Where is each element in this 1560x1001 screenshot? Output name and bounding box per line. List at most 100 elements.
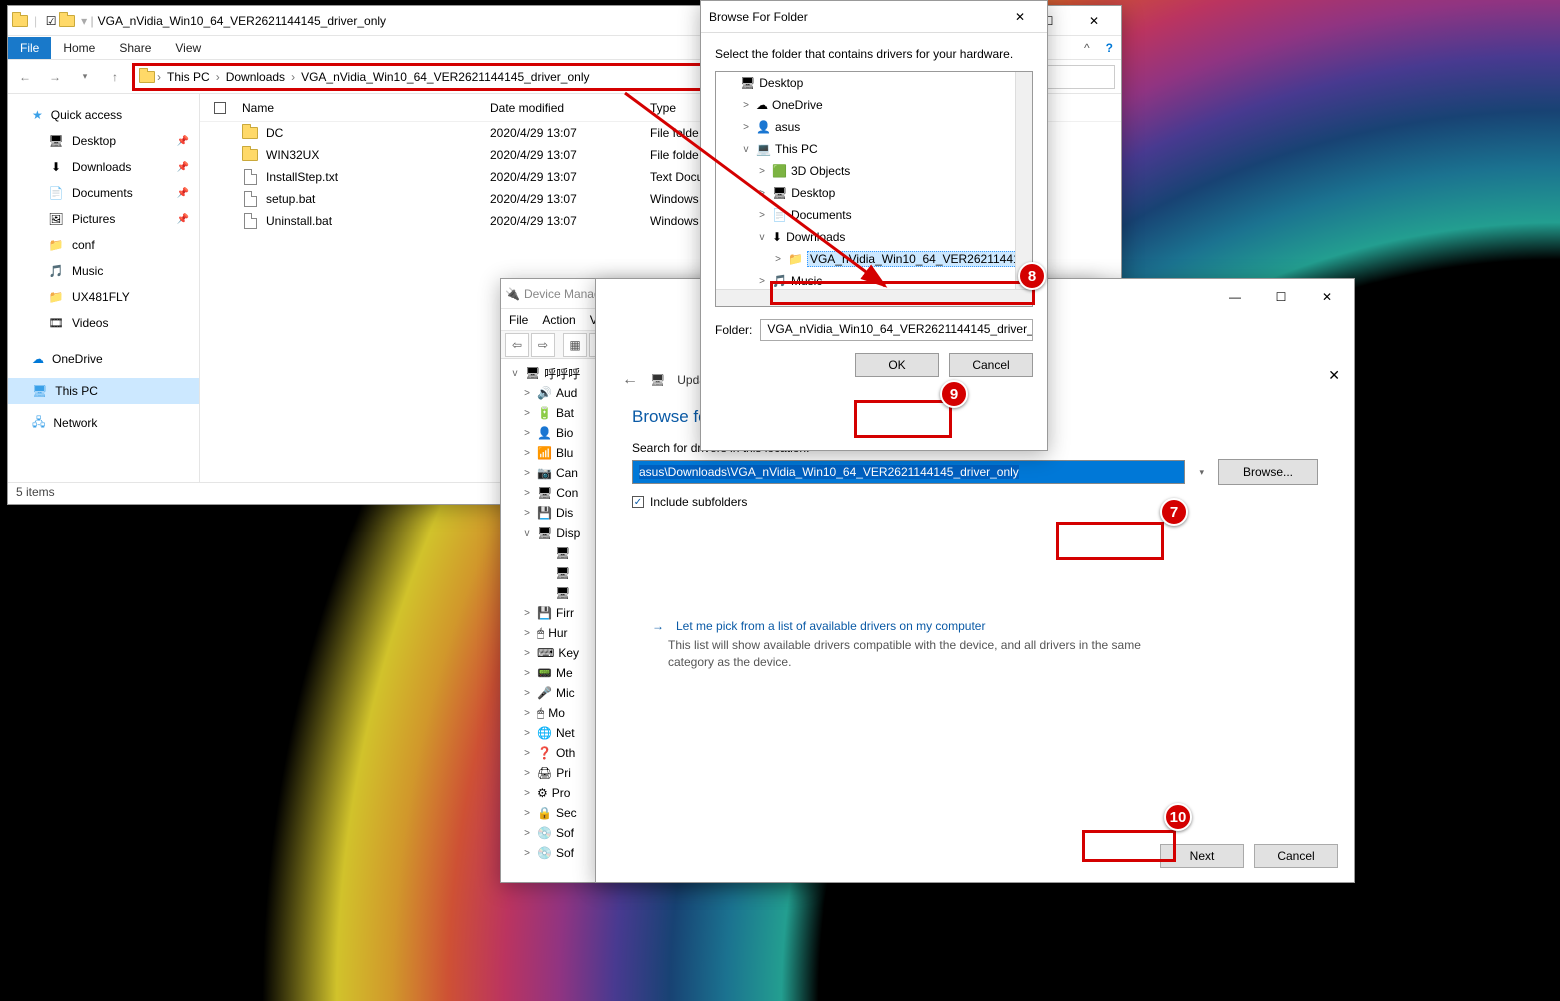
nav-item-documents[interactable]: 📄Documents📌 [8,180,199,206]
expand-icon[interactable]: > [521,448,533,459]
folder-icon [242,125,258,141]
ribbon-expand-icon[interactable]: ^ [1076,37,1098,59]
include-subfolders-checkbox[interactable]: ✓ [632,496,644,508]
toolbar-forward[interactable]: ⇨ [531,333,555,357]
tab-share[interactable]: Share [107,37,163,59]
monitor-icon: 🖥 [555,566,570,580]
crumb-downloads[interactable]: Downloads [222,70,289,84]
expand-icon[interactable]: > [521,488,533,499]
pick-from-list-link[interactable]: → Let me pick from a list of available d… [596,619,1354,633]
close-button[interactable]: ✕ [1304,282,1350,312]
checkbox-qat-icon[interactable]: ☑ [43,13,59,29]
tab-view[interactable]: View [163,37,213,59]
folder-name-input[interactable]: VGA_nVidia_Win10_64_VER2621144145_driver… [760,319,1033,341]
close-button[interactable]: ✕ [1071,6,1117,36]
up-button[interactable]: ↑ [104,66,126,88]
nav-quick-access[interactable]: ★ Quick access [8,102,199,128]
cloud-icon: ☁ [32,352,44,366]
toolbar-back[interactable]: ⇦ [505,333,529,357]
nav-onedrive[interactable]: ☁ OneDrive [8,346,199,372]
col-name[interactable]: Name [240,101,490,115]
expand-icon[interactable]: > [521,628,533,639]
ok-button[interactable]: OK [855,353,939,377]
expand-icon[interactable]: > [521,508,533,519]
expand-icon[interactable]: > [521,388,533,399]
folder-qat-icon[interactable] [59,13,75,29]
toolbar-view[interactable]: ▦ [563,333,587,357]
nav-item-desktop[interactable]: 🖥Desktop📌 [8,128,199,154]
maximize-button[interactable]: ☐ [1258,282,1304,312]
nav-icon: ⬇ [48,159,64,175]
expand-icon[interactable]: > [521,748,533,759]
pick-description: This list will show available drivers co… [596,633,1236,671]
nav-item-music[interactable]: 🎵Music [8,258,199,284]
expand-icon[interactable]: > [521,468,533,479]
nav-item-pictures[interactable]: 🖼Pictures📌 [8,206,199,232]
expand-icon[interactable]: > [521,428,533,439]
file-icon [242,213,258,229]
expand-icon[interactable]: > [521,788,533,799]
expand-icon[interactable]: > [521,668,533,679]
pin-icon: 📌 [177,136,189,147]
menu-action[interactable]: Action [542,313,575,327]
expand-icon[interactable]: > [521,688,533,699]
nav-network[interactable]: 🖧 Network [8,410,199,436]
menu-file[interactable]: File [509,313,528,327]
file-icon [242,169,258,185]
bff-titlebar[interactable]: Browse For Folder ✕ [701,1,1047,33]
vertical-scrollbar[interactable] [1015,72,1032,289]
cancel-button[interactable]: Cancel [1254,844,1338,868]
category-icon: 👤 [537,426,552,440]
category-icon: ⚙ [537,786,548,800]
device-icon: 🖥 [650,373,665,387]
nav-item-downloads[interactable]: ⬇Downloads📌 [8,154,199,180]
category-icon: 🌐 [537,726,552,740]
marker-9: 9 [940,380,968,408]
help-icon[interactable]: ? [1098,37,1121,59]
nav-item-videos[interactable]: 🎞Videos [8,310,199,336]
category-icon: 🔊 [537,386,552,400]
back-button[interactable]: ← [14,66,36,88]
driver-path-input[interactable]: asus\Downloads\VGA_nVidia_Win10_64_VER26… [632,460,1185,484]
browse-button[interactable]: Browse... [1218,459,1318,485]
expand-icon[interactable]: > [521,848,533,859]
category-icon: 🖥 [537,526,552,540]
expand-icon[interactable]: > [521,608,533,619]
crumb-current[interactable]: VGA_nVidia_Win10_64_VER2621144145_driver… [297,70,593,84]
recent-dropdown[interactable]: ▾ [74,66,96,88]
back-arrow-icon[interactable]: ← [622,371,638,389]
nav-icon: 📁 [48,237,64,253]
category-icon: 📶 [537,446,552,460]
expand-icon[interactable]: > [521,708,533,719]
nav-this-pc[interactable]: 🖥 This PC [8,378,199,404]
expand-icon[interactable]: v [521,528,533,539]
expand-icon[interactable]: > [521,808,533,819]
minimize-button[interactable]: — [1212,282,1258,312]
cancel-button[interactable]: Cancel [949,353,1033,377]
include-subfolders-label: Include subfolders [650,495,747,509]
pc-icon: 🖥 [32,384,47,398]
dropdown-icon[interactable]: ▾ [1199,467,1204,478]
marker-8: 8 [1018,262,1046,290]
nav-item-ux481fly[interactable]: 📁UX481FLY [8,284,199,310]
window-title: Browse For Folder [705,10,997,24]
category-icon: 🖥 [537,486,552,500]
category-icon: 💾 [537,506,552,520]
close-button[interactable]: ✕ [997,2,1043,32]
category-icon: 💾 [537,606,552,620]
expand-icon[interactable]: > [521,408,533,419]
expand-icon[interactable]: > [521,648,533,659]
annotation-arrow [620,88,900,298]
next-button[interactable]: Next [1160,844,1244,868]
expand-icon[interactable]: > [521,828,533,839]
monitor-icon: 🖥 [555,546,570,560]
tab-home[interactable]: Home [51,37,107,59]
nav-item-conf[interactable]: 📁conf [8,232,199,258]
crumb-this-pc[interactable]: This PC [163,70,214,84]
expand-icon[interactable]: > [521,768,533,779]
tab-file[interactable]: File [8,37,51,59]
select-all-checkbox[interactable] [214,102,226,114]
forward-button[interactable]: → [44,66,66,88]
expand-icon[interactable]: > [521,728,533,739]
close-icon[interactable]: ✕ [1328,367,1340,384]
